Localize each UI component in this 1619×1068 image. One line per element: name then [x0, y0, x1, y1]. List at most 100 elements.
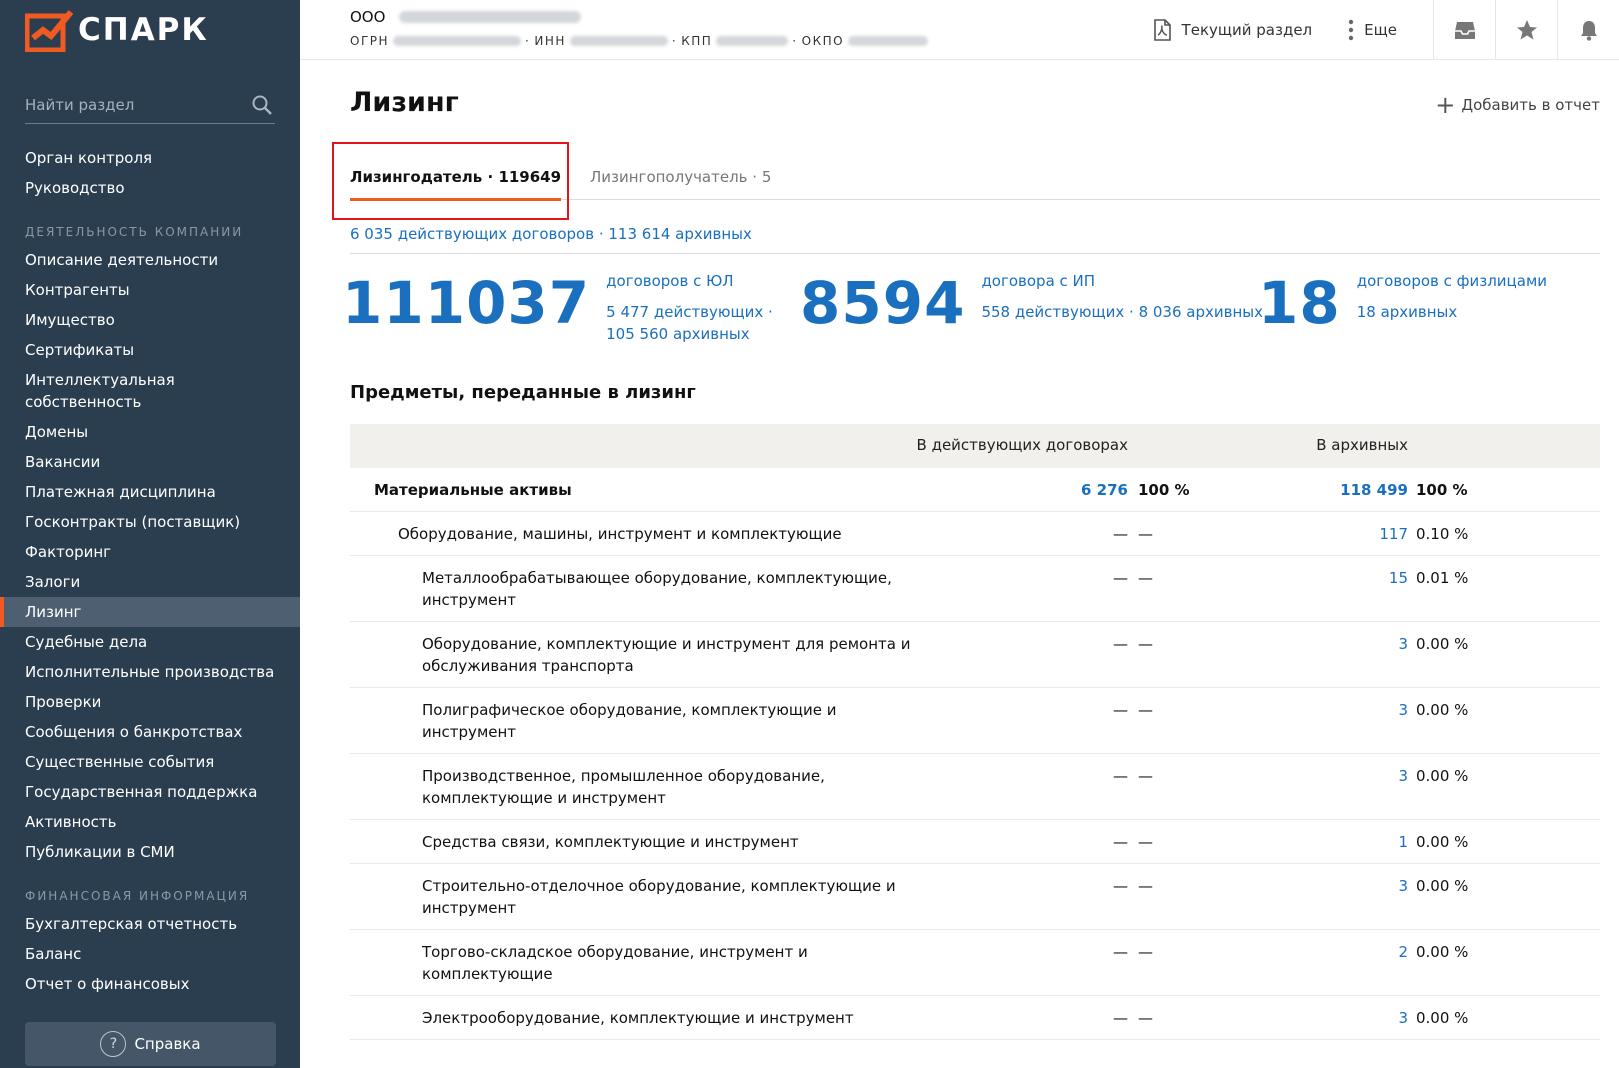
- sidebar-item[interactable]: Проверки: [0, 687, 300, 717]
- row-name: Электрооборудование, комплектующие и инс…: [422, 1007, 854, 1029]
- sidebar-item[interactable]: Домены: [0, 417, 300, 447]
- logo[interactable]: СПАРК: [25, 8, 209, 52]
- archive-count[interactable]: 3: [1398, 765, 1408, 787]
- sidebar-item[interactable]: Контрагенты: [0, 275, 300, 305]
- sidebar-item[interactable]: Лизинг: [0, 597, 300, 627]
- tab-lessee[interactable]: Лизингополучатель · 5: [590, 168, 771, 186]
- notifications-button[interactable]: [1557, 0, 1619, 60]
- stat-details: договоров с физлицами 18 архивных: [1357, 270, 1547, 338]
- stat-number[interactable]: 111037: [342, 268, 590, 345]
- current-section-button[interactable]: Текущий раздел: [1150, 18, 1312, 42]
- sidebar-item[interactable]: Имущество: [0, 305, 300, 335]
- archive-count[interactable]: 2: [1398, 941, 1408, 963]
- archive-count[interactable]: 15: [1389, 567, 1408, 589]
- archive-count[interactable]: 117: [1379, 523, 1408, 545]
- row-name: Полиграфическое оборудование, комплектую…: [422, 699, 837, 743]
- stat-line-link[interactable]: 105 560 архивных: [606, 323, 773, 345]
- archive-percent: 0.00 %: [1416, 635, 1469, 653]
- stat-line-link[interactable]: 5 477 действующих ·: [606, 301, 773, 323]
- stat-label-link[interactable]: договоров с ЮЛ: [606, 270, 773, 292]
- table-row: Материальные активы 6 276 100 % 118 499 100 …: [350, 468, 1600, 512]
- sidebar-item[interactable]: Залоги: [0, 567, 300, 597]
- sidebar-item[interactable]: Сертификаты: [0, 335, 300, 365]
- active-percent: —: [1138, 635, 1153, 653]
- inbox-button[interactable]: [1433, 0, 1495, 60]
- archive-count[interactable]: 3: [1398, 633, 1408, 655]
- active-count: —: [1113, 525, 1128, 543]
- redacted-okpo: [848, 36, 929, 46]
- row-name-line: обслуживания транспорта: [422, 657, 634, 675]
- company-header: ООО ОГРН · ИНН · КПП · ОКПО: [350, 8, 932, 48]
- logo-text: СПАРК: [78, 12, 209, 48]
- table-row: Оборудование, комплектующие и инструмент…: [350, 622, 1600, 688]
- sidebar-section-heading: Деятельность компании: [25, 225, 244, 239]
- code-label-ogrn: ОГРН: [350, 34, 390, 48]
- sidebar-item[interactable]: Судебные дела: [0, 627, 300, 657]
- active-count[interactable]: 6 276: [1081, 479, 1128, 501]
- divider: [350, 253, 1600, 254]
- row-name-line: Торгово-складское оборудование, инструме…: [422, 943, 808, 961]
- stat-line-link[interactable]: 18 архивных: [1357, 301, 1547, 323]
- redacted-company-name: [399, 11, 582, 23]
- row-name-line: Производственное, промышленное оборудова…: [422, 767, 825, 785]
- sidebar-item[interactable]: Факторинг: [0, 537, 300, 567]
- sidebar-nav: Орган контроля Руководство Деятельность ко…: [0, 143, 300, 999]
- archive-count[interactable]: 3: [1398, 875, 1408, 897]
- sidebar-item[interactable]: Описание деятельности: [0, 245, 300, 275]
- row-name: Торгово-складское оборудование, инструме…: [422, 941, 808, 985]
- logo-check-icon: [25, 10, 74, 52]
- sidebar-item[interactable]: Активность: [0, 807, 300, 837]
- archive-count[interactable]: 1: [1398, 831, 1408, 853]
- sidebar-item[interactable]: Бухгалтерская отчетность: [0, 909, 300, 939]
- sidebar-item[interactable]: Существенные события: [0, 747, 300, 777]
- sidebar-item[interactable]: Руководство: [0, 173, 300, 203]
- stat-line-link[interactable]: 558 действующих · 8 036 архивных: [981, 301, 1263, 323]
- sidebar-item[interactable]: Исполнительные производства: [0, 657, 300, 687]
- more-button[interactable]: Еще: [1346, 19, 1397, 41]
- section-search-input[interactable]: [25, 88, 245, 122]
- more-vertical-icon: [1348, 19, 1354, 41]
- archive-percent: 0.00 %: [1416, 833, 1469, 851]
- sidebar-item[interactable]: Вакансии: [0, 447, 300, 477]
- contracts-summary-link[interactable]: 6 035 действующих договоров · 113 614 ар…: [350, 225, 752, 243]
- row-name-line: Электрооборудование, комплектующие и инс…: [422, 1009, 854, 1027]
- plus-icon: +: [1435, 90, 1456, 119]
- archive-percent: 0.00 %: [1416, 1009, 1469, 1027]
- sidebar-item[interactable]: Публикации в СМИ: [0, 837, 300, 867]
- stat-individuals: 18 договоров с физлицами 18 архивных: [1258, 268, 1547, 338]
- sidebar-item[interactable]: Сообщения о банкротствах: [0, 717, 300, 747]
- table-row: Электрооборудование, комплектующие и инс…: [350, 996, 1600, 1040]
- add-to-report-label: Добавить в отчет: [1461, 96, 1600, 114]
- active-count: —: [1113, 1009, 1128, 1027]
- archive-count[interactable]: 3: [1398, 699, 1408, 721]
- search-icon[interactable]: [251, 94, 273, 116]
- stat-label-link[interactable]: договоров с физлицами: [1357, 270, 1547, 292]
- archive-percent: 0.01 %: [1416, 569, 1469, 587]
- row-name: Металлообрабатывающее оборудование, комп…: [422, 567, 892, 611]
- help-button[interactable]: ? Справка: [25, 1022, 276, 1066]
- sidebar-item[interactable]: Государственная поддержка: [0, 777, 300, 807]
- stat-number[interactable]: 8594: [800, 268, 965, 338]
- stat-individual-entrepreneurs: 8594 договора с ИП 558 действующих · 8 0…: [800, 268, 1263, 338]
- code-label-kpp: КПП: [681, 34, 713, 48]
- pdf-icon: [1153, 19, 1171, 41]
- active-count: —: [1113, 701, 1128, 719]
- archive-count[interactable]: 118 499: [1340, 479, 1408, 501]
- sidebar-item[interactable]: Орган контроля: [0, 143, 300, 173]
- table-row: Торгово-складское оборудование, инструме…: [350, 930, 1600, 996]
- favorites-button[interactable]: [1495, 0, 1557, 60]
- archive-percent: 0.00 %: [1416, 943, 1469, 961]
- stat-label-link[interactable]: договора с ИП: [981, 270, 1263, 292]
- archive-count[interactable]: 3: [1398, 1007, 1408, 1029]
- sidebar-item[interactable]: Госконтракты (поставщик): [0, 507, 300, 537]
- sidebar-item[interactable]: Платежная дисциплина: [0, 477, 300, 507]
- inbox-icon: [1454, 22, 1475, 39]
- sidebar-item[interactable]: Баланс: [0, 939, 300, 969]
- add-to-report-button[interactable]: + Добавить в отчет: [1435, 90, 1600, 119]
- active-percent: —: [1138, 1009, 1153, 1027]
- sidebar-item[interactable]: Интеллектуальная собственность: [0, 365, 230, 417]
- row-name-line: Средства связи, комплектующие и инструме…: [422, 833, 799, 851]
- more-label: Еще: [1364, 21, 1397, 39]
- active-percent: 100 %: [1138, 481, 1190, 499]
- stat-number[interactable]: 18: [1258, 268, 1341, 338]
